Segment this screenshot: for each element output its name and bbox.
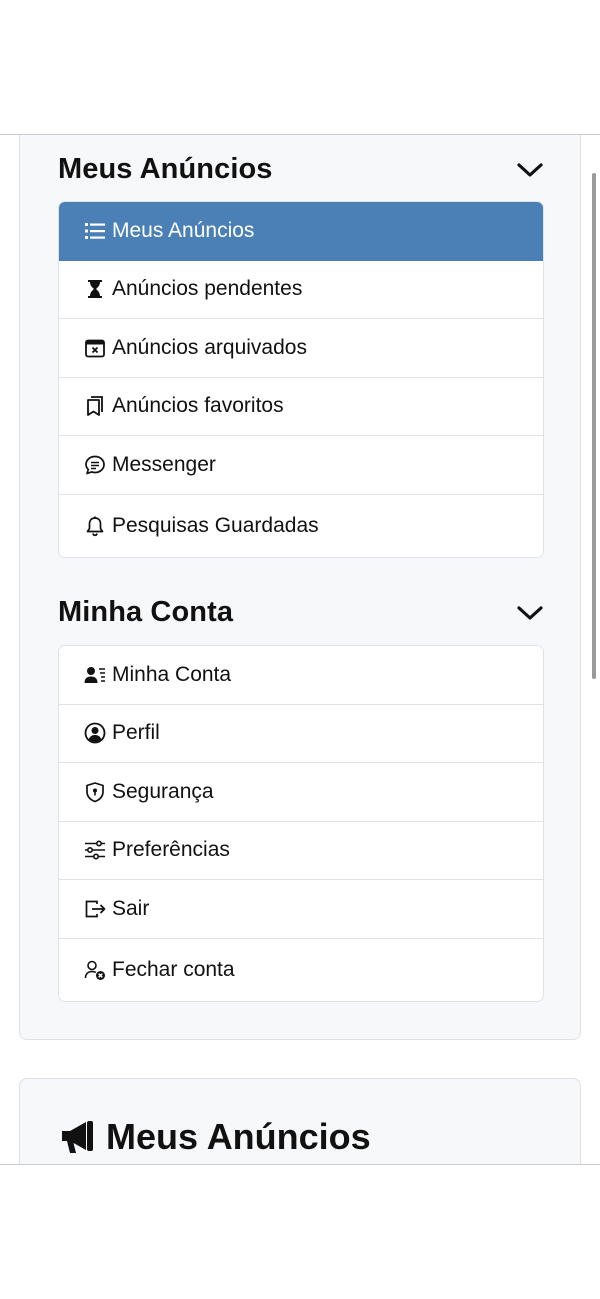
menu-item-anuncios-favoritos[interactable]: Anúncios favoritos <box>59 377 543 436</box>
menu-item-label: Pesquisas Guardadas <box>112 513 319 537</box>
menu-item-label: Anúncios arquivados <box>112 335 307 359</box>
sliders-icon <box>83 838 107 862</box>
menu-list-meus-anuncios: Meus Anúncios Anúncios pendentes Anúncio… <box>58 201 544 558</box>
menu-item-pesquisas-guardadas[interactable]: Pesquisas Guardadas <box>59 494 543 557</box>
person-lines-icon <box>83 663 107 687</box>
section-header-minha-conta[interactable]: Minha Conta <box>58 596 544 629</box>
chat-icon <box>83 453 107 477</box>
menu-item-label: Messenger <box>112 452 216 476</box>
list-icon <box>83 219 107 243</box>
bookmarks-icon <box>83 394 107 418</box>
content-panel: Meus Anúncios <box>19 1078 581 1164</box>
menu-item-label: Minha Conta <box>112 662 232 686</box>
person-circle-icon <box>83 721 107 745</box>
menu-item-preferencias[interactable]: Preferências <box>59 821 543 880</box>
section-title: Minha Conta <box>58 596 234 628</box>
box-arrow-right-icon <box>83 897 107 921</box>
menu-item-label: Anúncios favoritos <box>112 394 284 418</box>
menu-item-seguranca[interactable]: Segurança <box>59 763 543 822</box>
megaphone-icon <box>58 1117 98 1157</box>
menu-item-label: Sair <box>112 896 150 920</box>
menu-item-label: Anúncios pendentes <box>112 277 303 301</box>
bell-icon <box>83 514 107 538</box>
menu-item-perfil[interactable]: Perfil <box>59 704 543 763</box>
menu-item-label: Preferências <box>112 838 230 862</box>
menu-list-minha-conta: Minha Conta Perfil Segurança Preferência… <box>58 645 544 1002</box>
chevron-down-icon[interactable] <box>516 156 544 184</box>
menu-item-label: Meus Anúncios <box>112 218 255 242</box>
menu-item-anuncios-arquivados[interactable]: Anúncios arquivados <box>59 319 543 378</box>
chevron-down-icon[interactable] <box>516 599 544 627</box>
menu-item-label: Perfil <box>112 721 160 745</box>
menu-item-anuncios-pendentes[interactable]: Anúncios pendentes <box>59 260 543 319</box>
scrollbar[interactable] <box>592 173 596 679</box>
account-menu-panel: Meus Anúncios Meus Anúncios Anúncios pen… <box>19 135 581 1040</box>
calendar-x-icon <box>83 336 107 360</box>
section-title: Meus Anúncios <box>58 153 273 185</box>
menu-item-minha-conta[interactable]: Minha Conta <box>59 646 543 705</box>
menu-item-sair[interactable]: Sair <box>59 880 543 939</box>
menu-item-label: Fechar conta <box>112 957 235 981</box>
hourglass-icon <box>83 277 107 301</box>
content-heading: Meus Anúncios <box>58 1116 371 1158</box>
content-title: Meus Anúncios <box>106 1116 371 1157</box>
person-x-icon <box>83 958 107 982</box>
page-viewport: Meus Anúncios Meus Anúncios Anúncios pen… <box>0 134 600 1165</box>
section-header-meus-anuncios[interactable]: Meus Anúncios <box>58 153 544 186</box>
shield-lock-icon <box>83 780 107 804</box>
menu-item-meus-anuncios[interactable]: Meus Anúncios <box>59 202 543 261</box>
menu-item-messenger[interactable]: Messenger <box>59 436 543 495</box>
menu-item-fechar-conta[interactable]: Fechar conta <box>59 938 543 1001</box>
menu-item-label: Segurança <box>112 779 214 803</box>
